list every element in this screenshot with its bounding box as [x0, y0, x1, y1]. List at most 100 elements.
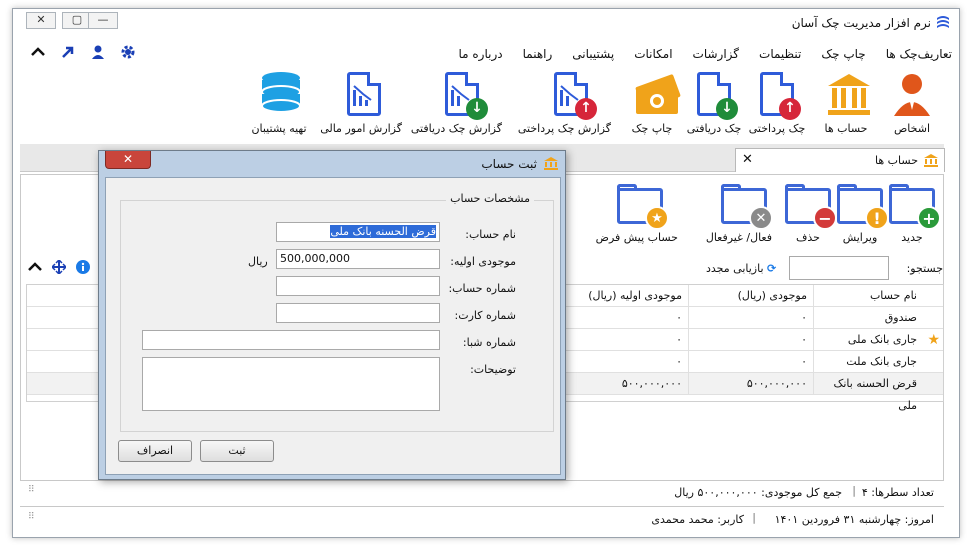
tab-accounts[interactable]: حساب ها ✕: [735, 148, 945, 172]
cell-initial: ۵۰۰,۰۰۰,۰۰۰: [563, 373, 688, 395]
description-label: توضیحات:: [470, 363, 516, 376]
minimize-window-button[interactable]: —: [88, 12, 118, 29]
move-arrows-icon[interactable]: [51, 259, 67, 277]
finance-report-icon: [344, 70, 384, 118]
bank-tab-icon: [923, 153, 939, 167]
grid-status-bar: تعداد سطرها: ۴ | جمع کل موجودی: ۵۰۰,۰۰۰,…: [20, 480, 944, 504]
gear-icon[interactable]: [120, 44, 136, 64]
money-icon: [632, 70, 681, 118]
default-account-button[interactable]: ★ حساب پیش فرض: [596, 184, 678, 244]
top-icons: [30, 44, 136, 64]
new-folder-icon: +: [889, 184, 941, 230]
ribbon-received-report-button[interactable]: ↓ گزارش چک دریافتی: [410, 70, 502, 140]
row-count: تعداد سطرها: ۴: [861, 486, 934, 499]
ribbon-finance-report-label: گزارش امور مالی: [320, 122, 402, 135]
edit-folder-icon: !: [837, 184, 889, 230]
ribbon-persons-label: اشخاص: [893, 122, 931, 135]
dialog-body: مشخصات حساب نام حساب: قرض الحسنه بانک مل…: [105, 177, 561, 475]
column-header-balance[interactable]: موجودی (ریال): [688, 285, 813, 307]
menu-definitions[interactable]: تعاریف: [918, 47, 952, 61]
ribbon-persons-button[interactable]: اشخاص: [877, 70, 947, 140]
account-number-field[interactable]: [276, 276, 440, 296]
info-icon[interactable]: [76, 260, 90, 277]
dialog-title: ثبت حساب: [481, 157, 537, 171]
ribbon-paid-cheque-label: چک پرداختی: [748, 122, 806, 135]
ribbon-accounts-label: حساب ها: [824, 122, 868, 135]
refresh-label: بازیابی مجدد: [706, 262, 764, 275]
ribbon-paid-report-button[interactable]: ↑ گزارش چک پرداختی: [518, 70, 611, 140]
cell-initial: ۰: [563, 329, 688, 351]
default-folder-icon: ★: [617, 184, 669, 230]
close-window-button[interactable]: ✕: [26, 12, 56, 29]
account-dialog: ✕ ثبت حساب مشخصات حساب نام حساب: قرض الح…: [98, 150, 566, 480]
column-header-name[interactable]: نام حساب: [813, 285, 923, 307]
search-input[interactable]: [789, 256, 889, 280]
current-user: کاربر: محمد محمدی: [651, 513, 744, 526]
resize-grip-icon[interactable]: ⠿: [28, 485, 35, 495]
status-divider: |: [752, 511, 756, 524]
account-number-label: شماره حساب:: [448, 282, 516, 295]
ribbon-received-cheque-label: چک دریافتی: [686, 122, 742, 135]
menu-about[interactable]: درباره ما: [458, 47, 502, 61]
dialog-close-button[interactable]: ✕: [105, 151, 151, 169]
account-name-field[interactable]: قرض الحسنه بانک ملی: [276, 222, 440, 242]
window-title: نرم افزار مدیریت چک آسان: [791, 16, 931, 30]
ribbon-accounts-button[interactable]: حساب ها: [811, 70, 881, 140]
initial-balance-field[interactable]: 500,000,000: [276, 249, 440, 269]
ribbon-received-cheque-button[interactable]: ↓ چک دریافتی: [679, 70, 749, 140]
exit-arrow-icon[interactable]: [60, 44, 76, 64]
user-icon[interactable]: [90, 44, 106, 64]
resize-grip-icon[interactable]: ⠿: [28, 512, 35, 522]
toggle-active-button[interactable]: ✕ فعال/ غیرفعال: [705, 184, 773, 244]
save-button[interactable]: ثبت: [200, 440, 274, 462]
ribbon-finance-report-button[interactable]: گزارش امور مالی: [320, 70, 402, 140]
cell-name: قرض الحسنه بانک ملی: [813, 373, 923, 412]
app-logo-icon: [935, 14, 951, 30]
cancel-button[interactable]: انصراف: [118, 440, 192, 462]
account-actions: + جدید ! ویرایش − حذف ✕ فعال/ غیرفعال ★ …: [596, 184, 941, 250]
initial-balance-label: موجودی اولیه:: [450, 255, 516, 268]
grid-tools: [28, 259, 90, 277]
ribbon-backup-button[interactable]: تهیه پشتیبان: [241, 70, 317, 140]
ribbon-paid-cheque-button[interactable]: ↑ چک پرداختی: [742, 70, 812, 140]
menu-support[interactable]: پشتیبانی: [572, 47, 614, 61]
toggle-folder-icon: ✕: [721, 184, 773, 230]
refresh-button[interactable]: ⟳ بازیابی مجدد: [706, 262, 776, 275]
collapse-ribbon-icon[interactable]: [30, 44, 46, 64]
menu-features[interactable]: امکانات: [634, 47, 672, 61]
currency-label: ریال: [248, 255, 268, 268]
ribbon-print-cheque-button[interactable]: چاپ چک: [617, 70, 687, 140]
menu-help[interactable]: راهنما: [523, 47, 553, 61]
delete-folder-icon: −: [785, 184, 837, 230]
person-icon: [892, 70, 932, 118]
toggle-active-label: فعال/ غیرفعال: [705, 231, 772, 244]
menu-reports[interactable]: گزارشات: [693, 47, 739, 61]
card-number-label: شماره کارت:: [454, 309, 516, 322]
ribbon-received-report-label: گزارش چک دریافتی: [410, 122, 502, 135]
ribbon-print-cheque-label: چاپ چک: [631, 122, 673, 135]
column-header-initial[interactable]: موجودی اولیه (ریال): [563, 285, 688, 307]
account-name-value: قرض الحسنه بانک ملی: [330, 225, 436, 238]
sheba-number-field[interactable]: [142, 330, 440, 350]
refresh-icon: ⟳: [767, 262, 777, 275]
delete-account-button[interactable]: − حذف: [780, 184, 837, 244]
paid-cheque-icon: ↑: [757, 70, 801, 120]
menu-print-cheque[interactable]: چاپ چک: [821, 47, 865, 61]
account-name-label: نام حساب:: [465, 228, 516, 241]
today-date: امروز: چهارشنبه ۳۱ فروردین ۱۴۰۱: [774, 513, 934, 526]
cell-name: جاری بانک ملت: [813, 351, 923, 373]
tab-close-icon[interactable]: ✕: [742, 152, 753, 167]
cell-initial: ۰: [563, 351, 688, 373]
collapse-grid-icon[interactable]: [28, 260, 42, 277]
app-status-bar: امروز: چهارشنبه ۳۱ فروردین ۱۴۰۱ | کاربر:…: [20, 506, 944, 532]
menu-cheques[interactable]: چک ها: [886, 47, 918, 61]
cell-balance: ۰: [688, 329, 813, 351]
total-balance: جمع کل موجودی: ۵۰۰,۰۰۰,۰۰۰ ریال: [674, 486, 842, 499]
new-account-button[interactable]: + جدید: [884, 184, 941, 244]
menu-settings[interactable]: تنظیمات: [759, 47, 801, 61]
description-field[interactable]: [142, 357, 440, 411]
edit-account-button[interactable]: ! ویرایش: [832, 184, 889, 244]
ribbon-backup-label: تهیه پشتیبان: [251, 122, 307, 135]
card-number-field[interactable]: [276, 303, 440, 323]
delete-account-label: حذف: [796, 231, 820, 244]
